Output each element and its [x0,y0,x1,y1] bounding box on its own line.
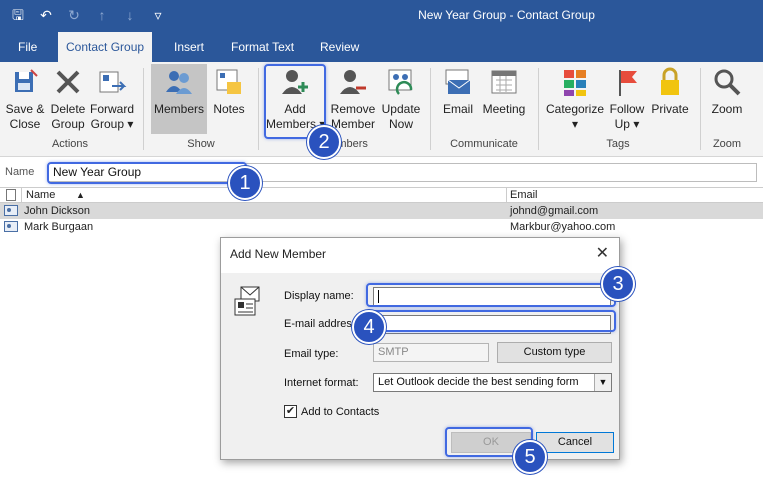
contact-card-icon [4,221,18,232]
table-row[interactable]: John Dickson johnd@gmail.com [0,203,763,219]
member-list-header: Name ▲ Email [0,187,763,203]
contact-card-icon [4,205,18,216]
ribbon: Save & Close Delete Group Forward Group … [0,62,763,157]
member-name: John Dickson [24,205,91,217]
close-icon[interactable]: ✕ [596,243,609,263]
communicate-group-label: Communicate [450,138,518,150]
sort-ascending-icon: ▲ [76,190,85,200]
email-icon [445,69,471,94]
separator [258,68,259,150]
tab-insert[interactable]: Insert [166,32,212,62]
email-address-label: E-mail addres [284,318,352,330]
add-to-contacts-label: Add to Contacts [301,406,380,418]
separator [430,68,431,150]
follow-up-button[interactable]: Follow Up ▾ [606,66,648,132]
tab-file[interactable]: File [10,32,45,62]
remove-member-button[interactable]: Remove Member [328,66,378,132]
name-label: Name [5,166,35,178]
tab-format-text[interactable]: Format Text [223,32,302,62]
tags-group-label: Tags [606,138,630,150]
notes-icon [216,69,241,94]
custom-type-button[interactable]: Custom type [497,342,612,363]
separator [538,68,539,150]
categorize-button[interactable]: Categorize ▾ [544,66,606,132]
private-button[interactable]: Private [648,66,692,117]
members-label: Members [153,102,204,116]
envelope-card-icon [234,286,260,316]
tab-review[interactable]: Review [312,32,367,62]
notes-button[interactable]: Notes [209,66,249,117]
show-group-label: Show [187,138,215,150]
update-now-button[interactable]: Update Now [378,66,424,132]
cancel-button[interactable]: Cancel [536,432,614,453]
internet-format-select[interactable]: Let Outlook decide the best sending form… [373,373,612,392]
add-to-contacts-checkbox[interactable]: ✔ [284,405,297,418]
forward-group-button[interactable]: Forward Group ▾ [88,66,136,132]
delete-group-button[interactable]: Delete Group [48,66,88,132]
separator [700,68,701,150]
members-icon [166,71,192,94]
save-close-label: Save & Close [5,102,45,131]
remove-member-label: Remove Member [330,102,376,131]
flag-icon [619,70,637,96]
email-address-highlight [366,310,616,332]
save-close-button[interactable]: Save & Close [4,66,46,132]
step-badge-1: 1 [228,166,262,200]
notes-label: Notes [213,102,245,116]
column-divider [21,188,22,202]
private-label: Private [651,102,689,116]
follow-up-label: Follow Up ▾ [609,102,645,131]
chevron-down-icon[interactable]: ▼ [594,374,611,391]
member-email: Markbur@yahoo.com [510,221,616,233]
meeting-label: Meeting [482,102,526,116]
delete-icon [56,70,80,94]
ribbon-tabs: File Contact Group Insert Format Text Re… [0,32,763,62]
member-name: Mark Burgaan [24,221,94,233]
delete-group-label: Delete Group [50,102,86,131]
table-row[interactable]: Mark Burgaan Markbur@yahoo.com [0,219,763,235]
title-bar: 🖫 ↶ ↻ ↑ ↓ ▿ New Year Group - Contact Gro… [0,0,763,32]
members-group-label: Members [322,138,368,150]
email-type-label: Email type: [284,348,339,360]
update-now-icon [388,69,413,95]
display-name-highlight [366,283,616,307]
email-label: Email [442,102,473,116]
dialog-title: Add New Member [230,247,327,261]
zoom-group-label: Zoom [712,138,742,150]
zoom-label: Zoom [711,102,743,116]
categorize-icon [564,70,586,96]
tab-contact-group[interactable]: Contact Group [58,32,153,62]
meeting-button[interactable]: Meeting [480,66,528,117]
internet-format-value: Let Outlook decide the best sending form [378,376,579,388]
forward-group-label: Forward Group ▾ [89,102,134,131]
display-name-label: Display name: [284,290,354,302]
column-divider [506,188,507,202]
members-button[interactable]: Members [151,66,207,117]
step-badge-5: 5 [513,440,547,474]
meeting-icon [491,70,517,94]
save-close-icon [15,69,38,92]
group-name-highlight [47,162,247,184]
step-badge-4: 4 [352,310,386,344]
email-column-header[interactable]: Email [510,189,538,201]
window-title: New Year Group - Contact Group [418,8,595,22]
zoom-icon [714,69,741,96]
internet-format-label: Internet format: [284,377,359,389]
lock-icon [661,67,679,95]
step-badge-2: 2 [307,125,341,159]
step-badge-3: 3 [601,267,635,301]
email-button[interactable]: Email [438,66,478,117]
categorize-label: Categorize ▾ [545,102,605,131]
email-type-field: SMTP [373,343,489,362]
add-new-member-dialog: Add New Member ✕ Display name: E-mail ad… [220,237,620,460]
update-now-label: Update Now [381,102,421,131]
name-column-header[interactable]: Name [26,189,55,201]
separator [143,68,144,150]
type-column-icon[interactable] [6,189,16,201]
forward-group-icon [99,71,127,93]
remove-member-icon [340,70,366,94]
zoom-button[interactable]: Zoom [706,66,748,117]
actions-group-label: Actions [51,138,89,150]
member-email: johnd@gmail.com [510,205,599,217]
